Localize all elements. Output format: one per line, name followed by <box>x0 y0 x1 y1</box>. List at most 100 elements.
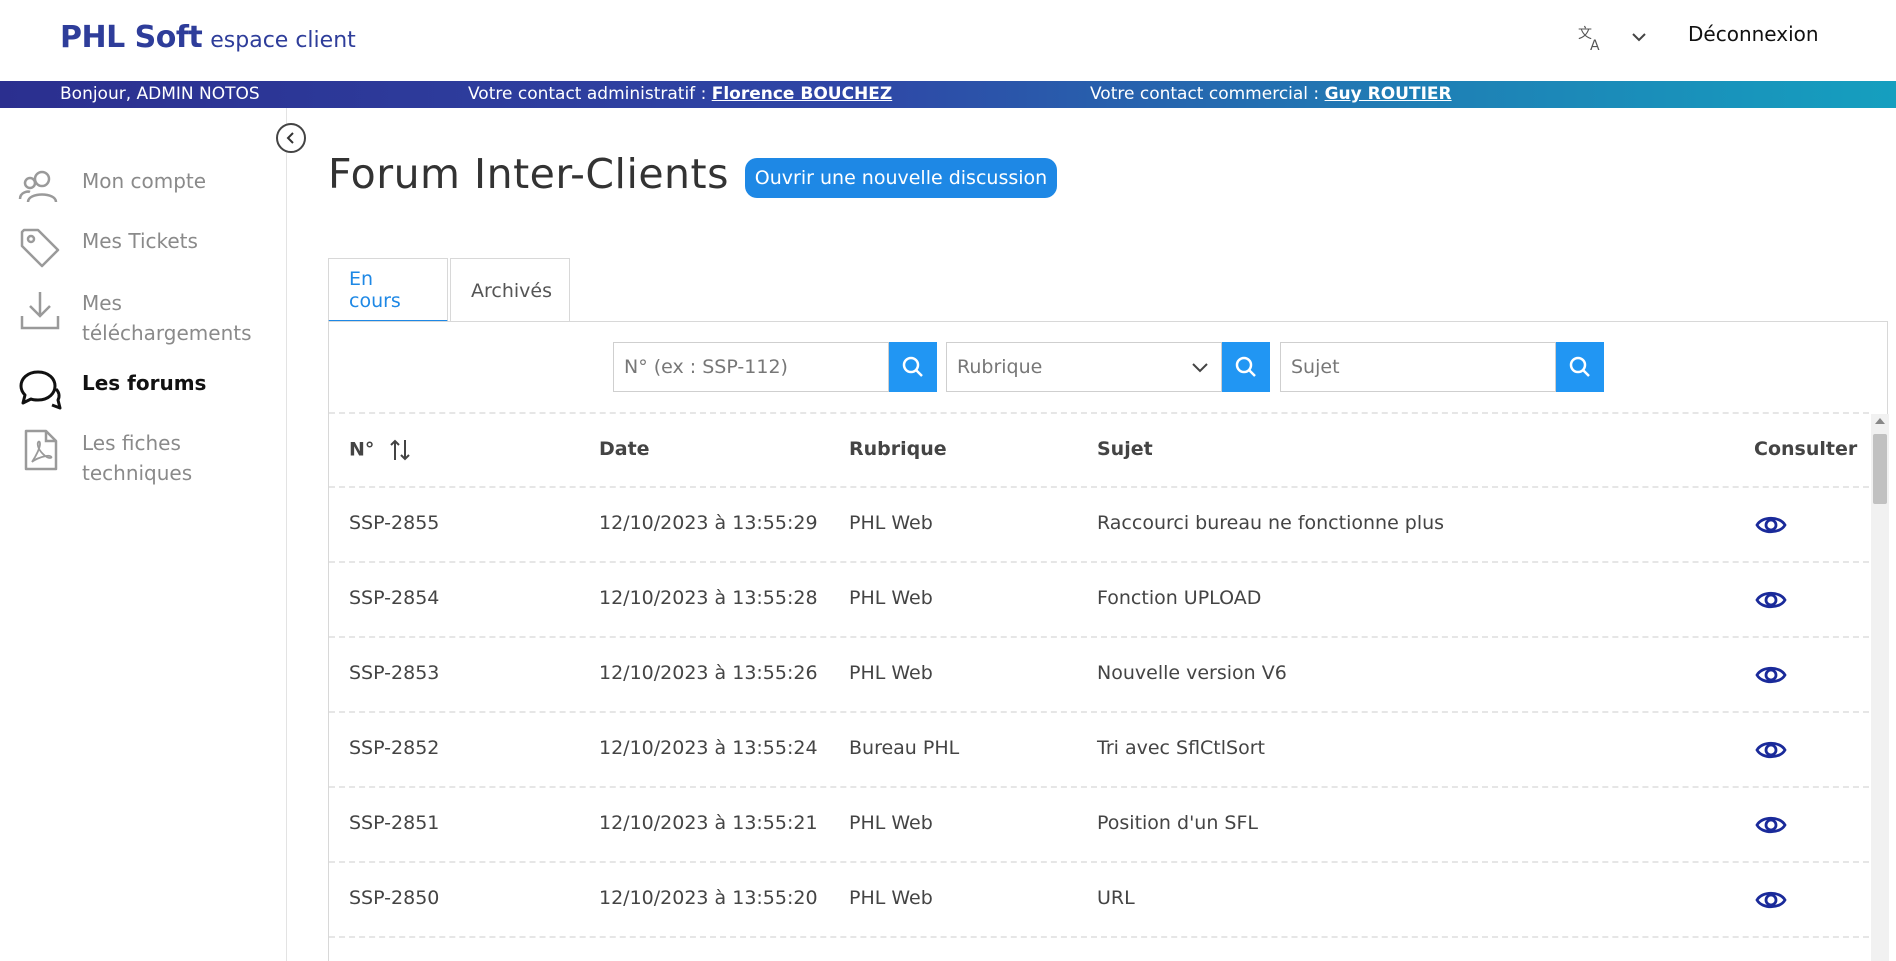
scroll-thumb[interactable] <box>1873 434 1887 504</box>
pdf-file-icon <box>24 429 58 471</box>
new-discussion-button[interactable]: Ouvrir une nouvelle discussion <box>745 158 1057 198</box>
sujet-filter: Sujet <box>1280 342 1604 392</box>
table-row[interactable]: SSP-2850 12/10/2023 à 13:55:20 PHL Web URL <box>329 861 1869 936</box>
cell-date: 12/10/2023 à 13:55:24 <box>599 737 818 759</box>
cell-sujet: Fonction UPLOAD <box>1097 587 1262 609</box>
chevron-down-icon[interactable] <box>1628 26 1650 48</box>
view-eye-icon[interactable] <box>1754 883 1788 917</box>
cell-number: SSP-2851 <box>349 812 440 834</box>
cell-date: 12/10/2023 à 13:55:28 <box>599 587 818 609</box>
cell-rubrique: PHL Web <box>849 512 933 534</box>
column-header-rubrique: Rubrique <box>849 438 947 460</box>
table-row[interactable]: SSP-2851 12/10/2023 à 13:55:21 PHL Web Posi… <box>329 786 1869 861</box>
sidebar-item-mes-telechargements[interactable]: Mes téléchargements <box>18 288 252 348</box>
view-eye-icon[interactable] <box>1754 658 1788 692</box>
view-eye-icon[interactable] <box>1754 733 1788 767</box>
cell-sujet: Position d'un SFL <box>1097 812 1258 834</box>
cell-rubrique: PHL Web <box>849 887 933 909</box>
page-title: Forum Inter-Clients <box>328 150 729 198</box>
cell-sujet: URL <box>1097 887 1135 909</box>
chevron-down-icon <box>1192 363 1208 373</box>
cell-sujet: Nouvelle version V6 <box>1097 662 1287 684</box>
commercial-contact-link[interactable]: Guy ROUTIER <box>1325 84 1452 104</box>
sidebar-item-mes-tickets[interactable]: Mes Tickets <box>18 226 198 270</box>
logout-button[interactable]: Déconnexion <box>1688 22 1819 46</box>
cell-date: 12/10/2023 à 13:55:21 <box>599 812 818 834</box>
sidebar-item-label: Mes téléchargements <box>82 291 252 345</box>
collapse-sidebar-button[interactable] <box>276 123 306 153</box>
cell-sujet: Raccourci bureau ne fonctionne plus <box>1097 512 1445 534</box>
table-row[interactable]: SSP-2855 12/10/2023 à 13:55:29 PHL Web Racc… <box>329 486 1869 561</box>
search-icon <box>1235 356 1256 377</box>
cell-sujet: Tri avec SflCtlSort <box>1097 737 1265 759</box>
admin-contact: Votre contact administratif : Florence B… <box>468 84 892 104</box>
cell-rubrique: PHL Web <box>849 662 933 684</box>
top-header: PHL Soft espace client 文 A Déconnexion <box>0 0 1896 81</box>
table-row-divider <box>329 936 1869 946</box>
table-row[interactable]: SSP-2853 12/10/2023 à 13:55:26 PHL Web Nouv… <box>329 636 1869 711</box>
cell-rubrique: PHL Web <box>849 587 933 609</box>
forum-panel: N° (ex : SSP-112) Rubrique Sujet N° Date <box>328 321 1889 961</box>
chat-icon <box>19 370 62 410</box>
sidebar: Mon compte Mes Tickets Mes téléchargement… <box>0 108 306 961</box>
table-row[interactable]: SSP-2854 12/10/2023 à 13:55:28 PHL Web Fonc… <box>329 561 1869 636</box>
search-icon <box>1569 356 1590 377</box>
view-eye-icon[interactable] <box>1754 808 1788 842</box>
column-header-date: Date <box>599 438 650 460</box>
cell-date: 12/10/2023 à 13:55:20 <box>599 887 818 909</box>
contact-info-bar: Bonjour, ADMIN NOTOS Votre contact admin… <box>0 81 1896 108</box>
admin-contact-label: Votre contact administratif : <box>468 84 712 104</box>
sidebar-item-fiches-techniques[interactable]: Les fiches techniques <box>18 428 192 488</box>
cell-rubrique: PHL Web <box>849 812 933 834</box>
column-header-consulter: Consulter <box>1754 438 1858 460</box>
search-icon <box>902 356 923 377</box>
commercial-contact: Votre contact commercial : Guy ROUTIER <box>1090 84 1452 104</box>
sujet-search-input[interactable]: Sujet <box>1280 342 1556 392</box>
users-icon <box>18 170 58 203</box>
brand-name: PHL Soft <box>60 20 203 55</box>
sidebar-item-mon-compte[interactable]: Mon compte <box>18 166 206 210</box>
commercial-contact-label: Votre contact commercial : <box>1090 84 1325 104</box>
svg-text:A: A <box>1590 38 1600 52</box>
tab-archives[interactable]: Archivés <box>450 258 570 322</box>
cell-number: SSP-2854 <box>349 587 440 609</box>
rubrique-filter: Rubrique <box>946 342 1270 392</box>
table-row[interactable]: SSP-2852 12/10/2023 à 13:55:24 Bureau PHL T… <box>329 711 1869 786</box>
column-header-no[interactable]: N° <box>349 438 411 462</box>
sidebar-item-label: Mes Tickets <box>82 229 198 253</box>
scroll-up-arrow[interactable] <box>1875 418 1885 424</box>
rubrique-select[interactable]: Rubrique <box>946 342 1222 392</box>
download-icon <box>20 292 60 330</box>
cell-number: SSP-2850 <box>349 887 440 909</box>
sidebar-item-label: Mon compte <box>82 169 207 193</box>
cell-date: 12/10/2023 à 13:55:29 <box>599 512 818 534</box>
cell-date: 12/10/2023 à 13:55:26 <box>599 662 818 684</box>
admin-contact-link[interactable]: Florence BOUCHEZ <box>712 84 893 104</box>
cell-number: SSP-2855 <box>349 512 440 534</box>
greeting-text: Bonjour, ADMIN NOTOS <box>60 84 260 104</box>
tab-en-cours[interactable]: En cours <box>328 258 448 322</box>
sidebar-item-label: Les forums <box>82 371 207 395</box>
cell-rubrique: Bureau PHL <box>849 737 960 759</box>
view-eye-icon[interactable] <box>1754 583 1788 617</box>
sort-icon <box>390 439 410 461</box>
rubrique-search-button[interactable] <box>1222 342 1270 392</box>
number-search-button[interactable] <box>889 342 937 392</box>
sidebar-item-label: Les fiches techniques <box>82 431 193 485</box>
chevron-left-icon <box>286 132 294 144</box>
translate-icon[interactable]: 文 A <box>1576 24 1606 54</box>
sujet-search-button[interactable] <box>1556 342 1604 392</box>
tabs: En cours Archivés <box>328 258 570 322</box>
tag-icon <box>20 228 60 268</box>
sidebar-item-les-forums[interactable]: Les forums <box>18 368 206 412</box>
view-eye-icon[interactable] <box>1754 508 1788 542</box>
number-search-input[interactable]: N° (ex : SSP-112) <box>613 342 889 392</box>
brand-subtitle: espace client <box>210 28 356 53</box>
cell-number: SSP-2852 <box>349 737 440 759</box>
vertical-scrollbar[interactable] <box>1871 414 1889 961</box>
column-header-sujet: Sujet <box>1097 438 1153 460</box>
number-filter: N° (ex : SSP-112) <box>613 342 937 392</box>
brand-logo[interactable]: PHL Soft espace client <box>60 20 356 55</box>
cell-number: SSP-2853 <box>349 662 440 684</box>
table-header: N° Date Rubrique Sujet Consulter <box>329 414 1869 486</box>
